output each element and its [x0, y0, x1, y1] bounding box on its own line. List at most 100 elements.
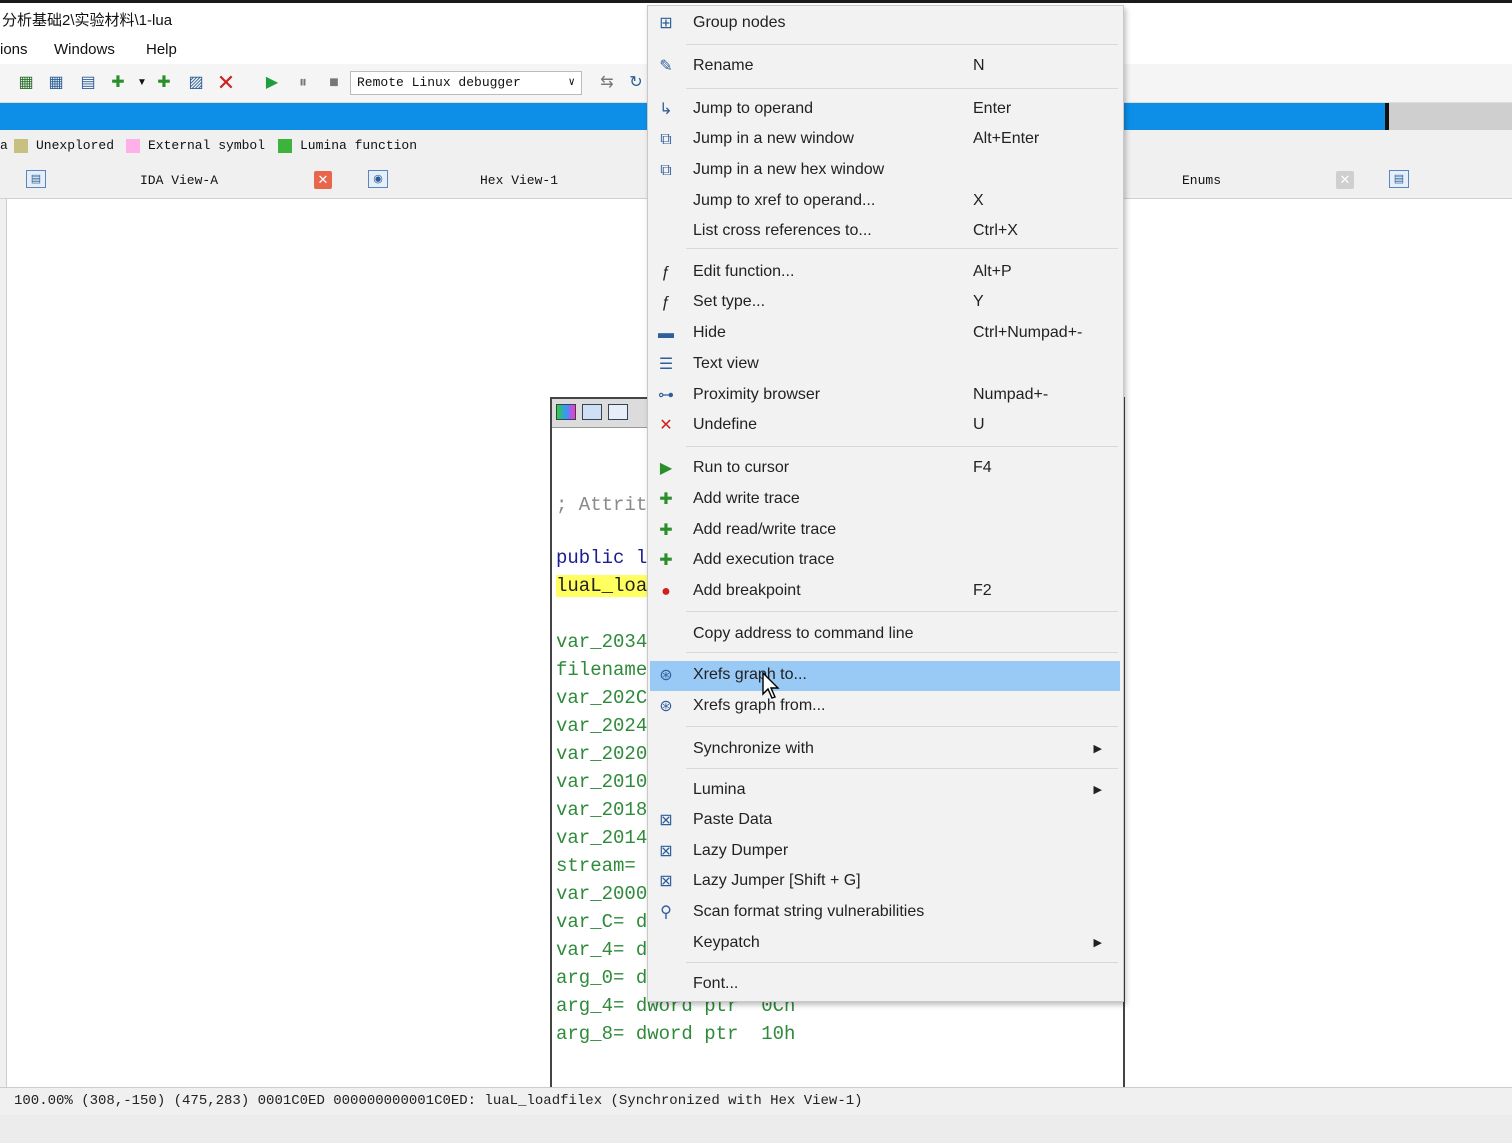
menu-item-add-read-write-trace[interactable]: ✚ Add read/write trace	[650, 516, 1120, 546]
code-line[interactable]: var_4= d	[556, 939, 647, 961]
node-group-icon[interactable]	[608, 404, 628, 420]
debug-opt-icon[interactable]: ⇆	[597, 73, 617, 93]
code-line[interactable]: var_2024	[556, 715, 647, 737]
struct-icon[interactable]: ▤	[78, 73, 98, 93]
menu-item-jump-in-a-new-window[interactable]: ⧉ Jump in a new window Alt+Enter	[650, 125, 1120, 155]
menu-item-label: List cross references to...	[693, 222, 872, 239]
code-line[interactable]: var_2010	[556, 771, 647, 793]
menu-item-xrefs-graph-to[interactable]: ⊛ Xrefs graph to...	[650, 661, 1120, 691]
menu-item-add-breakpoint[interactable]: ● Add breakpoint F2	[650, 577, 1120, 607]
refresh-icon[interactable]: ↻	[626, 73, 646, 93]
code-line[interactable]: var_202C	[556, 687, 647, 709]
code-line[interactable]: arg_0= d	[556, 967, 647, 989]
chevron-down-icon[interactable]: ▼	[132, 73, 152, 93]
pause-icon[interactable]: ⏸	[293, 73, 313, 93]
menu-item-lazy-jumper-shift-g[interactable]: ⊠ Lazy Jumper [Shift + G]	[650, 867, 1120, 897]
code-line[interactable]: var_2018	[556, 799, 647, 821]
proximity-icon: ⊶	[658, 387, 674, 404]
code-line[interactable]: var_C= d	[556, 911, 647, 933]
menu-options[interactable]: ions	[0, 41, 28, 58]
window-title: 分析基础2\实验材料\1-lua	[2, 12, 173, 29]
structures-icon[interactable]: ▤	[1389, 170, 1409, 188]
delete-icon[interactable]: ✕	[216, 72, 236, 94]
menu-separator	[686, 446, 1118, 447]
edit-seg-icon[interactable]: ▦	[46, 73, 66, 93]
code-line[interactable]: public l	[556, 547, 647, 569]
menu-separator	[686, 248, 1118, 249]
close-icon[interactable]: ✕	[314, 171, 332, 189]
debugger-select-value: Remote Linux debugger	[357, 75, 521, 90]
jump-icon[interactable]: ✚	[154, 73, 174, 93]
menu-item-jump-to-operand[interactable]: ↳ Jump to operand Enter	[650, 95, 1120, 125]
menu-item-shortcut: Ctrl+Numpad+-	[973, 324, 1083, 341]
menu-item-edit-function[interactable]: ƒ Edit function... Alt+P	[650, 258, 1120, 288]
menu-item-add-write-trace[interactable]: ✚ Add write trace	[650, 485, 1120, 515]
menu-item-shortcut: Numpad+-	[973, 386, 1049, 403]
context-menu: ⊞ Group nodes ✎ Rename N ↳ Jump to operand Ente…	[647, 5, 1124, 1002]
status-text: 100.00% (308,-150) (475,283) 0001C0ED 00…	[14, 1093, 863, 1109]
menu-help[interactable]: Help	[146, 41, 177, 58]
menu-item-list-cross-references-to[interactable]: List cross references to... Ctrl+X	[650, 217, 1120, 247]
menu-separator	[686, 726, 1118, 727]
menu-separator	[686, 768, 1118, 769]
menu-item-keypatch[interactable]: Keypatch ▶	[650, 929, 1120, 959]
close-icon[interactable]: ✕	[1336, 171, 1354, 189]
tab-hex-view-1[interactable]: Hex View-1	[480, 173, 558, 188]
menu-item-scan-format-string-vulnerabilities[interactable]: ⚲ Scan format string vulnerabilities	[650, 898, 1120, 928]
code-line[interactable]: var_2014	[556, 827, 647, 849]
menu-item-label: Lumina	[693, 781, 746, 798]
menu-item-lazy-dumper[interactable]: ⊠ Lazy Dumper	[650, 837, 1120, 867]
new-seg-icon[interactable]: ▦	[16, 73, 36, 93]
debugger-select[interactable]: Remote Linux debugger ∨	[350, 71, 582, 95]
code-line[interactable]: stream=	[556, 855, 636, 877]
code-line[interactable]: var_2034	[556, 631, 647, 653]
rename-icon[interactable]: ▨	[186, 73, 206, 93]
menu-separator	[686, 611, 1118, 612]
code-line[interactable]: luaL_loa	[556, 575, 648, 597]
menu-item-jump-to-xref-to-operand[interactable]: Jump to xref to operand... X	[650, 187, 1120, 217]
menu-item-shortcut: Enter	[973, 100, 1012, 117]
menu-item-label: Add execution trace	[693, 551, 835, 568]
menu-item-xrefs-graph-from[interactable]: ⊛ Xrefs graph from...	[650, 692, 1120, 722]
tab-ida-view-a[interactable]: IDA View-A	[140, 173, 218, 188]
menu-item-jump-in-a-new-hex-window[interactable]: ⧉ Jump in a new hex window	[650, 156, 1120, 186]
menu-item-text-view[interactable]: ☰ Text view	[650, 350, 1120, 380]
status-bar: 100.00% (308,-150) (475,283) 0001C0ED 00…	[0, 1087, 1512, 1116]
function-icon: ƒ	[661, 264, 671, 281]
menu-item-paste-data[interactable]: ⊠ Paste Data	[650, 806, 1120, 836]
menu-item-font[interactable]: Font...	[650, 970, 1120, 1000]
tab-enums[interactable]: Enums	[1182, 173, 1221, 188]
menu-windows[interactable]: Windows	[54, 41, 115, 58]
bookmark-icon[interactable]: ✚	[108, 73, 128, 93]
node-rename-icon[interactable]	[582, 404, 602, 420]
play-icon[interactable]: ▶	[262, 73, 282, 93]
submenu-arrow-icon: ▶	[1093, 784, 1102, 796]
menu-item-set-type[interactable]: ƒ Set type... Y	[650, 288, 1120, 318]
menu-item-label: Copy address to command line	[693, 625, 914, 642]
menu-item-rename[interactable]: ✎ Rename N	[650, 52, 1120, 82]
menu-item-label: Jump to operand	[693, 100, 814, 117]
menu-item-add-execution-trace[interactable]: ✚ Add execution trace	[650, 546, 1120, 576]
code-line[interactable]: var_2000	[556, 883, 647, 905]
code-line[interactable]: ; Attrit	[556, 494, 647, 516]
menu-item-proximity-browser[interactable]: ⊶ Proximity browser Numpad+-	[650, 381, 1120, 411]
menu-separator	[686, 962, 1118, 963]
menu-item-copy-address-to-command-line[interactable]: Copy address to command line	[650, 620, 1120, 650]
node-color-icon[interactable]	[556, 404, 576, 420]
menu-item-label: Group nodes	[693, 14, 786, 31]
code-line[interactable]: arg_8= dword ptr 10h	[556, 1023, 795, 1045]
menu-item-hide[interactable]: ▬ Hide Ctrl+Numpad+-	[650, 319, 1120, 349]
xrefs-to-icon: ⊛	[659, 667, 673, 684]
menu-item-label: Font...	[693, 975, 739, 992]
menu-item-synchronize-with[interactable]: Synchronize with ▶	[650, 735, 1120, 765]
menu-item-undefine[interactable]: ✕ Undefine U	[650, 411, 1120, 441]
code-line[interactable]: var_2020	[556, 743, 647, 765]
menu-item-lumina[interactable]: Lumina ▶	[650, 776, 1120, 806]
group-nodes-icon: ⊞	[659, 15, 673, 32]
menu-item-run-to-cursor[interactable]: ▶ Run to cursor F4	[650, 454, 1120, 484]
code-line[interactable]: filename	[556, 659, 647, 681]
hide-icon: ▬	[658, 325, 674, 342]
menu-item-group-nodes[interactable]: ⊞ Group nodes	[650, 9, 1120, 39]
stop-icon[interactable]: ■	[324, 73, 344, 93]
menu-item-label: Jump in a new hex window	[693, 161, 885, 178]
